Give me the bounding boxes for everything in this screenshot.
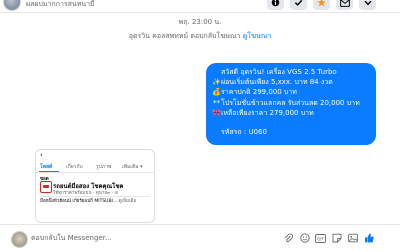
attach-icon bbox=[284, 228, 294, 247]
message-line: สวัสดี อุดรวิน! เครื่อง VGS 2.5 Turbo bbox=[221, 68, 337, 76]
mail-icon bbox=[339, 0, 350, 7]
chevron-down-icon bbox=[363, 0, 372, 6]
star-icon bbox=[317, 0, 326, 7]
emoji-icon bbox=[299, 228, 310, 247]
contact-avatar[interactable] bbox=[3, 0, 21, 11]
message-line-car-code: รหัสรถ : U060 bbox=[221, 128, 267, 137]
tab-posts[interactable]: โพสต์ bbox=[40, 163, 52, 171]
sticker-button[interactable] bbox=[330, 231, 343, 244]
tab-about[interactable]: เกี่ยวกับ bbox=[66, 163, 83, 171]
tab-more[interactable]: เพิ่มเติม ▾ bbox=[122, 163, 143, 171]
mark-unread-button[interactable] bbox=[336, 0, 353, 10]
more-options-button[interactable] bbox=[359, 0, 376, 10]
emoji-button[interactable] bbox=[298, 231, 311, 244]
active-tab-indicator bbox=[39, 171, 59, 172]
post-preview: มือหนึ่งหัวฮ้อนน์ เกียร์ผมปกิ่ MITSUBI..… bbox=[40, 197, 136, 204]
message-line: ✨ผ่อนเริ่มต้นเพียง 5,xxx. บาท 84 งวด bbox=[212, 78, 333, 87]
mark-done-button[interactable] bbox=[290, 0, 307, 10]
composer-bar: GIF bbox=[0, 224, 400, 251]
view-ad-link[interactable]: ดูโฆษณา bbox=[243, 32, 272, 40]
conversation-header: ผลผบมากการสนหนามี bbox=[0, 0, 400, 13]
sparkles-icon: ✨ bbox=[212, 78, 221, 87]
composer-actions: GIF bbox=[282, 231, 400, 249]
shared-page-card[interactable]: ‹ โพสต์ เกี่ยวกับ รูปภาพ เพิ่มเติม ▾ ชอด… bbox=[35, 149, 155, 223]
post-preview-text: มือหนึ่งหัวฮ้อนน์ เกียร์ผมปกิ่ MITSUBI..… bbox=[40, 199, 118, 204]
attach-button[interactable] bbox=[282, 231, 295, 244]
gif-icon: GIF bbox=[315, 228, 326, 247]
card-tabs: โพสต์ เกี่ยวกับ รูปภาพ เพิ่มเติม ▾ bbox=[36, 162, 154, 173]
gif-button[interactable]: GIF bbox=[314, 231, 327, 244]
like-icon bbox=[364, 228, 374, 247]
page-name[interactable]: ผลผบมากการสนหนามี bbox=[26, 0, 95, 8]
money-bag-icon: 💰 bbox=[212, 88, 221, 97]
message-line: 💰ราคาปกติ 299,000 บาท bbox=[212, 88, 297, 97]
sticker-icon bbox=[332, 228, 342, 247]
svg-text:GIF: GIF bbox=[317, 236, 324, 241]
sender-avatar bbox=[11, 231, 28, 248]
info-icon bbox=[271, 0, 280, 7]
message-line: **โปรโมชั่นข้าวแลกคล รับส่วนลด 20,000 บา… bbox=[213, 98, 360, 107]
page-logo bbox=[40, 181, 52, 193]
image-icon bbox=[347, 228, 358, 247]
back-arrow-icon: ‹ bbox=[40, 151, 43, 159]
see-more-link[interactable]: ดูเพิ่มเติม bbox=[119, 199, 137, 204]
message-timestamp: พฤ. 23:00 น. bbox=[178, 18, 222, 26]
outgoing-message-bubble[interactable]: สวัสดี อุดรวิน! เครื่อง VGS 2.5 Turbo ✨ผ… bbox=[206, 63, 376, 145]
reply-input[interactable] bbox=[31, 231, 271, 245]
follow-up-button[interactable] bbox=[313, 0, 330, 10]
info-button[interactable] bbox=[267, 0, 284, 10]
like-button[interactable] bbox=[362, 231, 375, 244]
ad-reply-notice: อุดรวิน คอลสพทหม์ ตอบกลับโฆษณา ดูโฆษณา bbox=[0, 31, 400, 42]
message-line: 🎀เหลือเพียงราคา 279,000 บาท bbox=[212, 108, 314, 117]
tab-photos[interactable]: รูปภาพ bbox=[96, 163, 111, 171]
shared-page-subtitle: ให้ทุกราคาพร้อมขน · ตุนาย๓ · ⊘ bbox=[53, 191, 119, 196]
image-button[interactable] bbox=[346, 231, 359, 244]
check-icon bbox=[294, 0, 303, 7]
ad-reply-text: อุดรวิน คอลสพทหม์ ตอบกลับโฆษณา bbox=[128, 32, 241, 40]
ribbon-icon: 🎀 bbox=[212, 108, 221, 117]
